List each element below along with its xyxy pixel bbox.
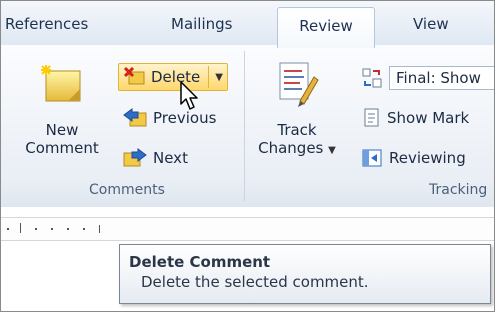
new-comment-button[interactable]: New Comment — [23, 63, 101, 179]
delete-comment-icon — [123, 67, 145, 85]
new-comment-icon — [41, 65, 81, 102]
previous-comment-icon — [123, 108, 147, 127]
new-comment-label-2: Comment — [25, 139, 99, 157]
ribbon-tab-bar: References Mailings View — [1, 1, 494, 46]
chevron-down-icon[interactable]: ▼ — [215, 72, 223, 83]
reviewing-pane-icon — [362, 149, 382, 167]
display-for-review-select[interactable]: Final: Show — [389, 66, 494, 90]
mouse-pointer-icon — [180, 81, 198, 110]
tooltip-title: Delete Comment — [129, 253, 271, 271]
track-changes-chevron-down-icon[interactable]: ▼ — [328, 145, 336, 156]
next-label: Next — [153, 149, 188, 167]
track-changes-icon — [279, 62, 319, 107]
tab-mailings[interactable]: Mailings — [171, 15, 232, 33]
reviewing-pane-button[interactable]: Reviewing — [361, 145, 466, 171]
delete-comment-button[interactable]: Delete ▼ — [118, 63, 228, 91]
ruler-tick — [7, 228, 9, 230]
ruler-tick — [67, 228, 69, 230]
show-markup-button[interactable]: Show Mark — [361, 105, 469, 131]
comments-group-label: Comments — [89, 182, 165, 198]
display-for-review-icon — [362, 68, 382, 88]
tooltip: Delete Comment Delete the selected comme… — [119, 244, 491, 304]
ruler-tick — [51, 228, 53, 230]
group-divider — [244, 51, 245, 201]
tab-references[interactable]: References — [5, 15, 88, 33]
horizontal-ruler[interactable] — [1, 217, 494, 241]
app-window: References Mailings View Review New Comm… — [0, 0, 495, 312]
ruler-tick — [83, 228, 85, 230]
new-comment-label-1: New — [45, 121, 79, 139]
show-markup-icon — [364, 108, 379, 127]
tooltip-description: Delete the selected comment. — [141, 273, 369, 291]
display-for-review-control[interactable]: Final: Show — [361, 65, 494, 91]
tracking-group-label: Tracking — [429, 182, 488, 198]
track-changes-label-1: Track — [277, 121, 317, 139]
tab-view[interactable]: View — [413, 15, 449, 33]
track-changes-label-2: Changes ▼ — [255, 139, 339, 160]
ribbon: New Comment Delete ▼ Previous Next Comme… — [1, 45, 494, 207]
track-changes-button[interactable]: Track Changes ▼ — [255, 61, 339, 179]
tab-review[interactable]: Review — [277, 7, 375, 48]
delete-split-divider — [208, 66, 210, 88]
tab-review-label: Review — [299, 17, 353, 35]
track-changes-label-2-text: Changes — [258, 139, 324, 157]
ruler-tick — [99, 225, 100, 233]
ruler-margin-marker[interactable] — [20, 223, 21, 233]
reviewing-label: Reviewing — [389, 149, 466, 167]
next-comment-button[interactable]: Next — [123, 145, 188, 171]
show-markup-label: Show Mark — [387, 109, 470, 127]
next-comment-icon — [123, 148, 147, 167]
ruler-tick — [35, 228, 37, 230]
